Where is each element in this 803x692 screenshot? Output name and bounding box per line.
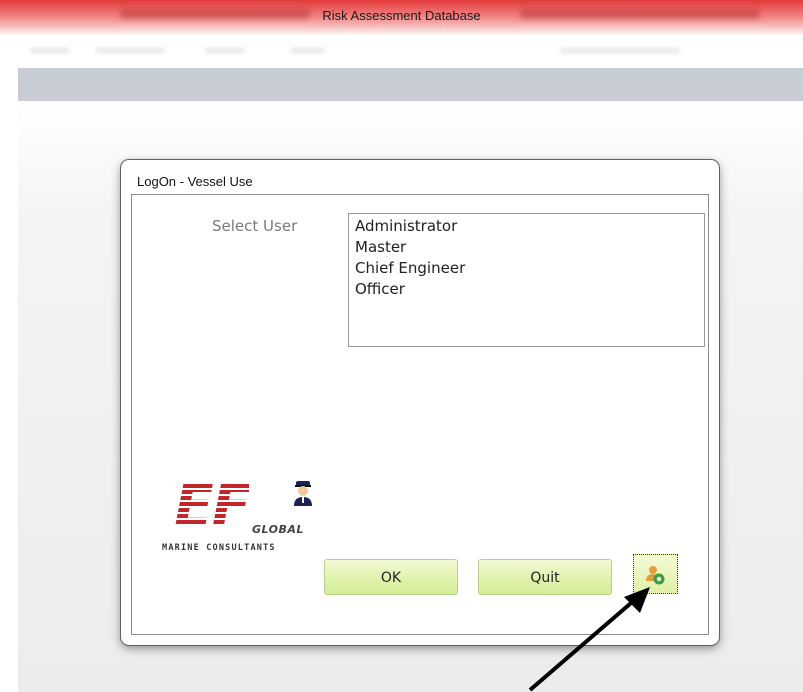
user-list-item[interactable]: Chief Engineer: [355, 258, 698, 279]
menu-bar: [0, 36, 803, 66]
captain-icon: [292, 479, 314, 511]
ribbon-bar: [18, 68, 803, 101]
user-list-item[interactable]: Master: [355, 237, 698, 258]
user-list-item[interactable]: Officer: [355, 279, 698, 300]
ok-button[interactable]: OK: [324, 559, 458, 595]
logo-global-text: GLOBAL: [252, 523, 304, 536]
select-user-label: Select User: [212, 217, 298, 235]
ef-global-logo: EF GLOBAL MARINE CONSULTANTS: [162, 467, 327, 567]
dialog-title: LogOn - Vessel Use: [137, 174, 253, 189]
logo-letters: EF: [174, 472, 251, 540]
user-list-item[interactable]: Administrator: [355, 216, 698, 237]
pointer-arrow: [528, 587, 650, 692]
dialog-body: Select User Administrator Master Chief E…: [131, 194, 709, 635]
window-titlebar: Risk Assessment Database: [0, 0, 803, 36]
logo-tagline: MARINE CONSULTANTS: [162, 543, 276, 553]
logon-dialog: LogOn - Vessel Use Select User Administr…: [121, 160, 719, 645]
window-title: Risk Assessment Database: [322, 8, 481, 23]
user-add-icon: [646, 566, 665, 585]
user-listbox[interactable]: Administrator Master Chief Engineer Offi…: [348, 213, 705, 347]
